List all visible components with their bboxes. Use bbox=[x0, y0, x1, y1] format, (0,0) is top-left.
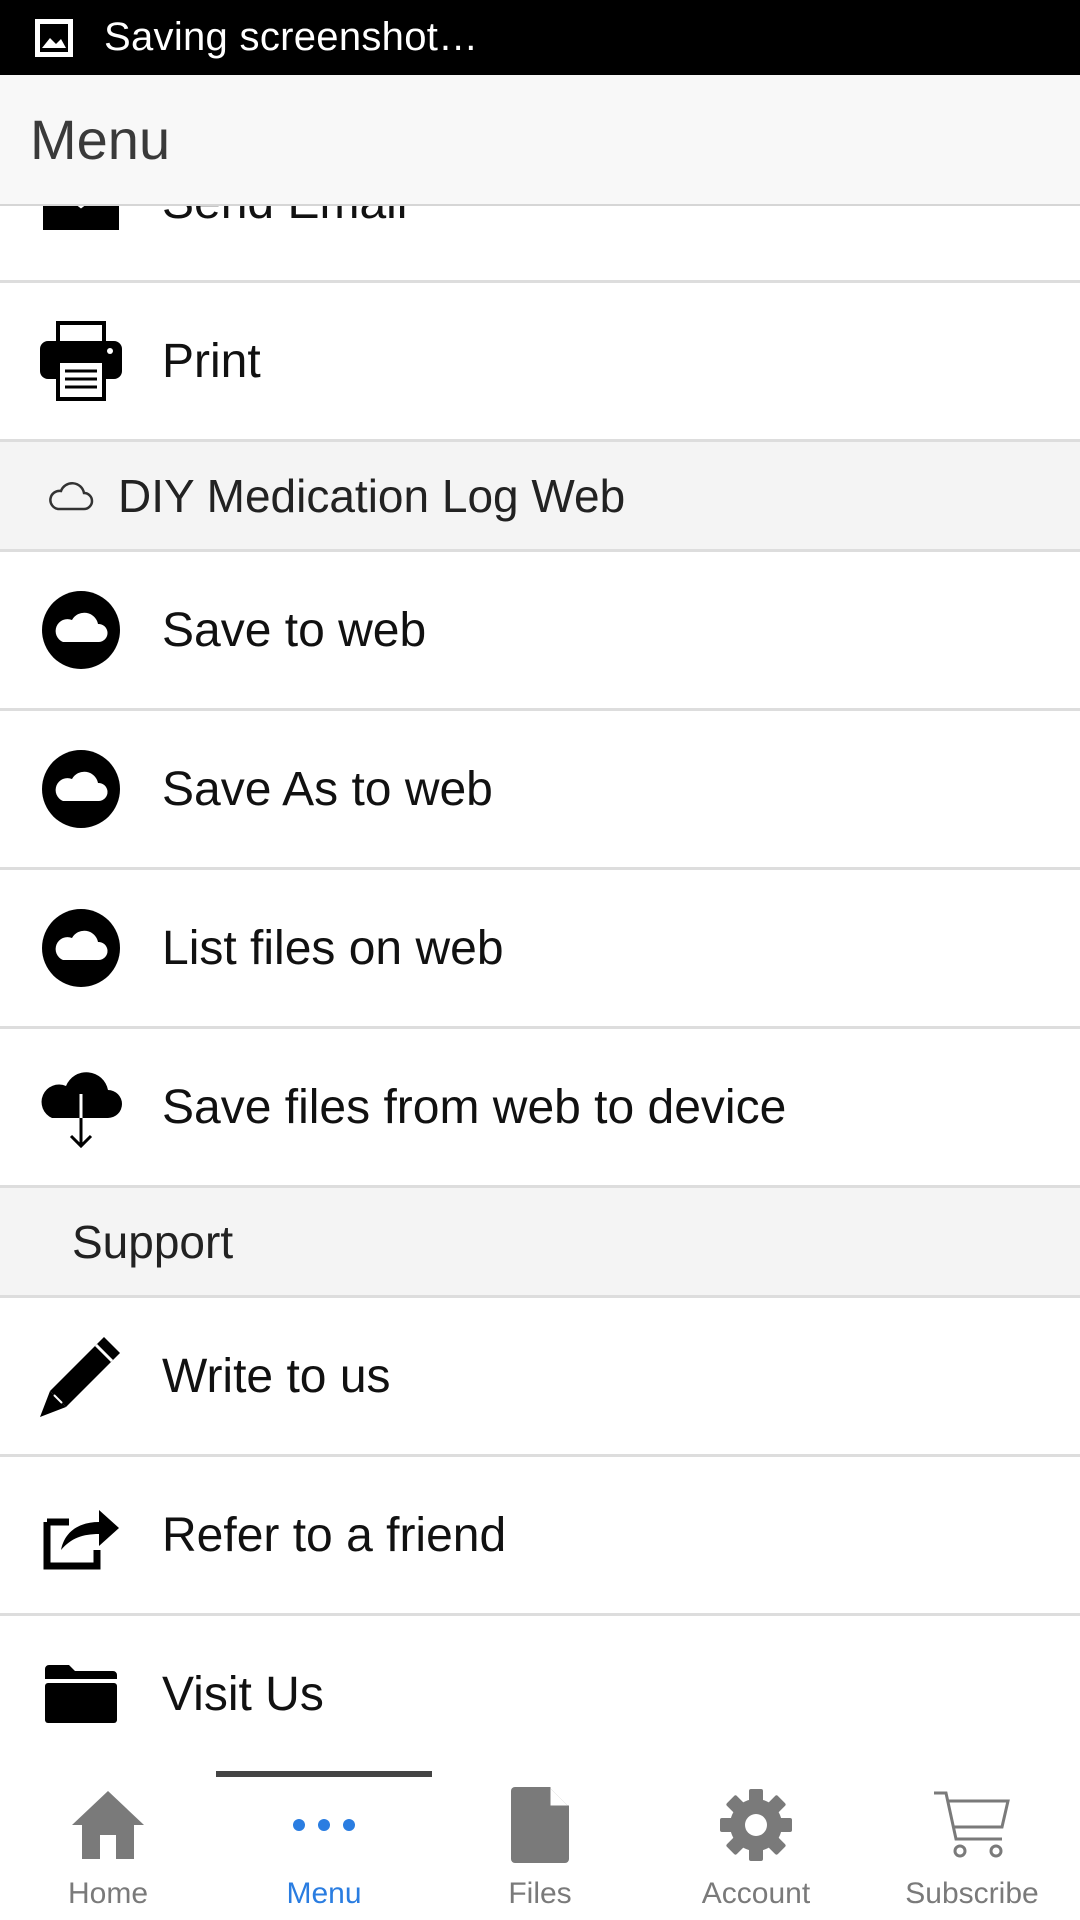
app-header: Menu bbox=[0, 75, 1080, 206]
menu-item-label: Print bbox=[162, 334, 261, 388]
nav-label: Subscribe bbox=[905, 1877, 1039, 1910]
printer-icon bbox=[38, 318, 124, 404]
section-label: DIY Medication Log Web bbox=[118, 469, 626, 522]
file-icon bbox=[500, 1785, 580, 1865]
section-header-web: DIY Medication Log Web bbox=[0, 442, 1080, 552]
menu-item-send-email[interactable]: Send Email bbox=[0, 206, 1080, 283]
cloud-circle-icon bbox=[38, 746, 124, 832]
home-icon bbox=[68, 1785, 148, 1865]
menu-item-print[interactable]: Print bbox=[0, 283, 1080, 442]
nav-account[interactable]: Account bbox=[648, 1765, 864, 1920]
pencil-icon bbox=[38, 1333, 124, 1419]
cloud-circle-icon bbox=[38, 587, 124, 673]
nav-files[interactable]: Files bbox=[432, 1765, 648, 1920]
menu-item-label: Save to web bbox=[162, 603, 427, 657]
nav-home[interactable]: Home bbox=[0, 1765, 216, 1920]
menu-item-label: Visit Us bbox=[162, 1667, 324, 1721]
gear-icon bbox=[716, 1785, 796, 1865]
menu-item-save-files-from-web[interactable]: Save files from web to device bbox=[0, 1029, 1080, 1188]
menu-item-label: List files on web bbox=[162, 921, 504, 975]
nav-label: Files bbox=[508, 1877, 572, 1910]
nav-label: Home bbox=[67, 1877, 149, 1910]
nav-label: Menu bbox=[286, 1877, 362, 1910]
envelope-icon bbox=[38, 206, 124, 245]
nav-menu[interactable]: Menu bbox=[216, 1765, 432, 1920]
menu-item-label: Save As to web bbox=[162, 762, 493, 816]
section-header-support: Support bbox=[0, 1188, 1080, 1298]
bottom-nav: Home Menu Files Account Subscribe bbox=[0, 1765, 1080, 1920]
menu-list[interactable]: Send Email Print DIY Medication Lo bbox=[0, 206, 1080, 1765]
menu-item-write-to-us[interactable]: Write to us bbox=[0, 1298, 1080, 1457]
menu-item-save-as-to-web[interactable]: Save As to web bbox=[0, 711, 1080, 870]
share-icon bbox=[38, 1492, 124, 1578]
menu-item-save-to-web[interactable]: Save to web bbox=[0, 552, 1080, 711]
menu-item-label: Refer to a friend bbox=[162, 1508, 507, 1562]
cloud-outline-icon bbox=[49, 481, 94, 510]
menu-item-list-files-on-web[interactable]: List files on web bbox=[0, 870, 1080, 1029]
status-bar: Saving screenshot… bbox=[0, 0, 1080, 75]
nav-label: Account bbox=[701, 1877, 811, 1910]
status-text: Saving screenshot… bbox=[104, 15, 479, 59]
section-label: Support bbox=[72, 1215, 234, 1268]
more-dots-icon bbox=[284, 1785, 364, 1865]
menu-item-label: Write to us bbox=[162, 1349, 391, 1403]
image-icon bbox=[35, 18, 73, 57]
nav-subscribe[interactable]: Subscribe bbox=[864, 1765, 1080, 1920]
menu-item-visit-us[interactable]: Visit Us bbox=[0, 1616, 1080, 1765]
page-title: Menu bbox=[30, 108, 171, 171]
cloud-download-icon bbox=[38, 1064, 124, 1150]
cart-icon bbox=[932, 1785, 1012, 1865]
menu-item-refer-friend[interactable]: Refer to a friend bbox=[0, 1457, 1080, 1616]
cloud-circle-icon bbox=[38, 905, 124, 991]
folder-icon bbox=[38, 1651, 124, 1737]
menu-item-label: Save files from web to device bbox=[162, 1080, 787, 1134]
menu-item-label: Send Email bbox=[162, 206, 407, 230]
